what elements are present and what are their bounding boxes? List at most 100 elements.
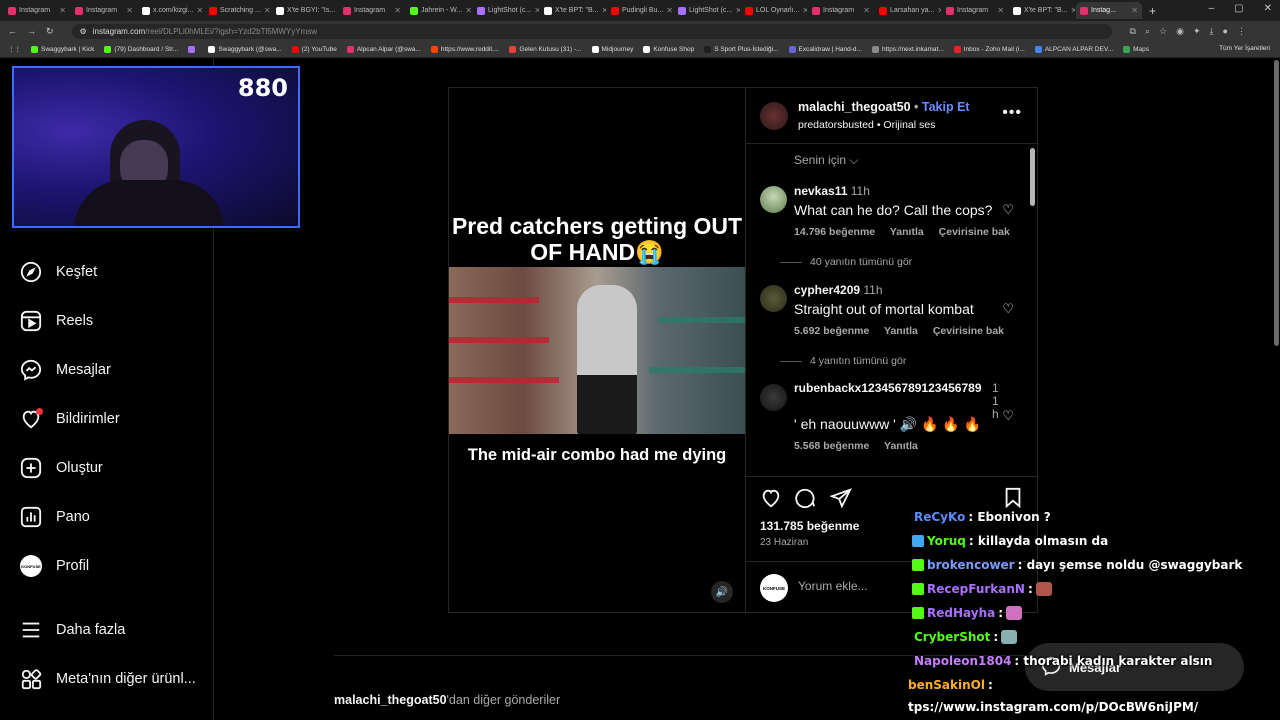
browser-tab[interactable]: Instagram ✕ [4, 2, 70, 19]
like-count[interactable]: 131.785 beğenme [760, 519, 859, 533]
back-icon[interactable]: ← [8, 26, 17, 36]
forward-icon[interactable]: → [27, 26, 36, 36]
sidebar-item-create[interactable]: Oluştur [20, 457, 103, 479]
bookmark-item[interactable]: Konfuse Shop [643, 45, 694, 53]
sidebar-item-reels[interactable]: Reels [20, 310, 93, 332]
commenter-username[interactable]: rubenbackx123456789123456789 [794, 381, 982, 395]
tab-close-icon[interactable]: ✕ [394, 6, 401, 15]
reply-button[interactable]: Yanıtla [884, 325, 918, 337]
translate-button[interactable]: Çevirisine bak [933, 325, 1004, 337]
collab-username[interactable]: predatorsbusted [798, 119, 874, 131]
comment-likes[interactable]: 14.796 beğenme [794, 226, 875, 238]
tab-close-icon[interactable]: ✕ [863, 6, 870, 15]
browser-tab[interactable]: Instagram ✕ [942, 2, 1008, 19]
tab-close-icon[interactable]: ✕ [126, 6, 133, 15]
maximize-icon[interactable]: ▢ [1234, 3, 1243, 14]
site-info-icon[interactable]: ⚙ [80, 27, 87, 36]
browser-tab[interactable]: LightShot (c... ✕ [473, 2, 539, 19]
reply-button[interactable]: Yanıtla [890, 226, 924, 238]
view-replies-button[interactable]: 40 yanıtın tümünü gör [780, 256, 912, 268]
tab-close-icon[interactable]: ✕ [1071, 6, 1075, 15]
apps-grid-icon[interactable]: ⋮⋮ [8, 45, 21, 53]
reload-icon[interactable]: ↻ [46, 26, 54, 37]
tab-close-icon[interactable]: ✕ [602, 6, 606, 15]
browser-tab[interactable]: LOL Oynarlı... ✕ [741, 2, 807, 19]
profile-icon[interactable]: ● [1223, 26, 1228, 37]
bookmark-item[interactable]: Excalidraw | Hand-d... [788, 45, 862, 53]
sidebar-item-profile[interactable]: KONFUSE Profil [20, 555, 89, 577]
bookmark-item[interactable]: Swaggybark | Kick [31, 45, 94, 53]
share-icon[interactable] [829, 487, 852, 515]
browser-tab[interactable]: X'te BGYI: "Is...✕ [272, 2, 338, 19]
sidebar-item-notifications[interactable]: Bildirimler [20, 408, 120, 430]
comment-like-icon[interactable]: ♡ [1002, 408, 1014, 424]
bookmark-item[interactable]: Inbox - Zoho Mail (i... [953, 45, 1025, 53]
tab-close-icon[interactable]: ✕ [802, 6, 807, 15]
bookmark-item[interactable]: Midjourney [591, 45, 633, 53]
bookmark-item[interactable]: (79) Dashboard / Str... [104, 45, 178, 53]
extension-icon[interactable]: ◉ [1176, 26, 1184, 37]
puzzle-icon[interactable]: ✦ [1193, 26, 1201, 37]
mute-button[interactable]: 🔊 [711, 581, 733, 603]
comment-icon[interactable] [794, 487, 816, 515]
all-bookmarks-link[interactable]: Tüm Yer İşaretleri [1219, 45, 1270, 52]
browser-tab[interactable]: Instagram ✕ [808, 2, 874, 19]
bookmark-item[interactable] [188, 45, 198, 53]
sidebar-item-explore[interactable]: Keşfet [20, 261, 97, 283]
browser-tab[interactable]: LightShot (c... ✕ [674, 2, 740, 19]
page-scrollbar-thumb[interactable] [1274, 60, 1279, 346]
comment-input[interactable]: Yorum ekle... [798, 579, 868, 593]
browser-tab[interactable]: Jahrein - W... ✕ [406, 2, 472, 19]
bookmark-item[interactable]: Swaggybark (@swa... [208, 45, 282, 53]
sidebar-item-more[interactable]: Daha fazla [20, 619, 125, 641]
bookmark-item[interactable]: Alpcan Alpar (@swa... [346, 45, 421, 53]
commenter-avatar[interactable] [760, 285, 787, 312]
url-input[interactable]: ⚙ instagram.com/reel/DLPLl0hMLEi/?igsh=Y… [71, 23, 1112, 39]
browser-tab[interactable]: Instag... ✕ [1076, 2, 1142, 19]
browser-tab[interactable]: Larsahan ya... ✕ [875, 2, 941, 19]
bookmark-item[interactable]: (2) YouTube [291, 45, 337, 53]
page-scrollbar[interactable] [1272, 58, 1280, 720]
browser-tab[interactable]: Instagram ✕ [339, 2, 405, 19]
like-icon[interactable] [760, 487, 782, 515]
comment-likes[interactable]: 5.692 beğenme [794, 325, 869, 337]
commenter-avatar[interactable] [760, 186, 787, 213]
sidebar-item-messages[interactable]: Mesajlar [20, 359, 111, 381]
sidebar-item-meta-apps[interactable]: Meta'nın diğer ürünl... [20, 668, 196, 690]
commenter-username[interactable]: cypher4209 [794, 283, 860, 297]
comment-sort-dropdown[interactable]: Senin için ⌵ [794, 153, 858, 168]
close-window-icon[interactable]: ✕ [1264, 3, 1272, 14]
tab-close-icon[interactable]: ✕ [937, 6, 941, 15]
tab-close-icon[interactable]: ✕ [59, 6, 66, 15]
tab-close-icon[interactable]: ✕ [735, 6, 740, 15]
bookmark-item[interactable]: Gelen Kutusu (31) -... [509, 45, 582, 53]
more-posts-username[interactable]: malachi_thegoat50 [334, 693, 447, 707]
audio-label[interactable]: Orijinal ses [883, 119, 935, 131]
zoom-icon[interactable]: ⌕ [1145, 26, 1150, 37]
tab-close-icon[interactable]: ✕ [196, 6, 203, 15]
browser-tab[interactable]: X'te BPT: "B... ✕ [540, 2, 606, 19]
translate-button[interactable]: Çevirisine bak [939, 226, 1010, 238]
browser-menu-icon[interactable]: ⋮ [1237, 26, 1246, 37]
install-icon[interactable]: ⧉ [1130, 26, 1136, 37]
view-replies-button[interactable]: 4 yanıtın tümünü gör [780, 355, 906, 367]
comments-scrollbar[interactable] [1030, 146, 1035, 474]
bookmark-item[interactable]: S Sport Plus-İstediği... [704, 45, 779, 53]
tab-close-icon[interactable]: ✕ [997, 6, 1004, 15]
comment-like-icon[interactable]: ♡ [1002, 202, 1014, 218]
browser-tab[interactable]: x.com/kizgi... ✕ [138, 2, 204, 19]
tab-close-icon[interactable]: ✕ [534, 6, 539, 15]
browser-tab[interactable]: Scratching ... ✕ [205, 2, 271, 19]
bookmark-item[interactable]: https://www.reddit.... [430, 45, 499, 53]
bookmark-item[interactable]: ALPCAN ALPAR DEV... [1034, 45, 1113, 53]
commenter-avatar[interactable] [760, 384, 787, 411]
reel-video[interactable]: Pred catchers getting OUT OF HAND😭 The m… [449, 88, 745, 612]
download-icon[interactable]: ⤓ [1210, 26, 1214, 37]
author-username[interactable]: malachi_thegoat50 [798, 100, 911, 114]
tab-close-icon[interactable]: ✕ [264, 6, 271, 15]
scrollbar-thumb[interactable] [1030, 148, 1035, 206]
bookmark-item[interactable]: Maps [1123, 45, 1149, 53]
bookmark-star-icon[interactable]: ☆ [1159, 26, 1167, 37]
reply-button[interactable]: Yanıtla [884, 440, 918, 452]
author-avatar[interactable] [760, 102, 788, 130]
